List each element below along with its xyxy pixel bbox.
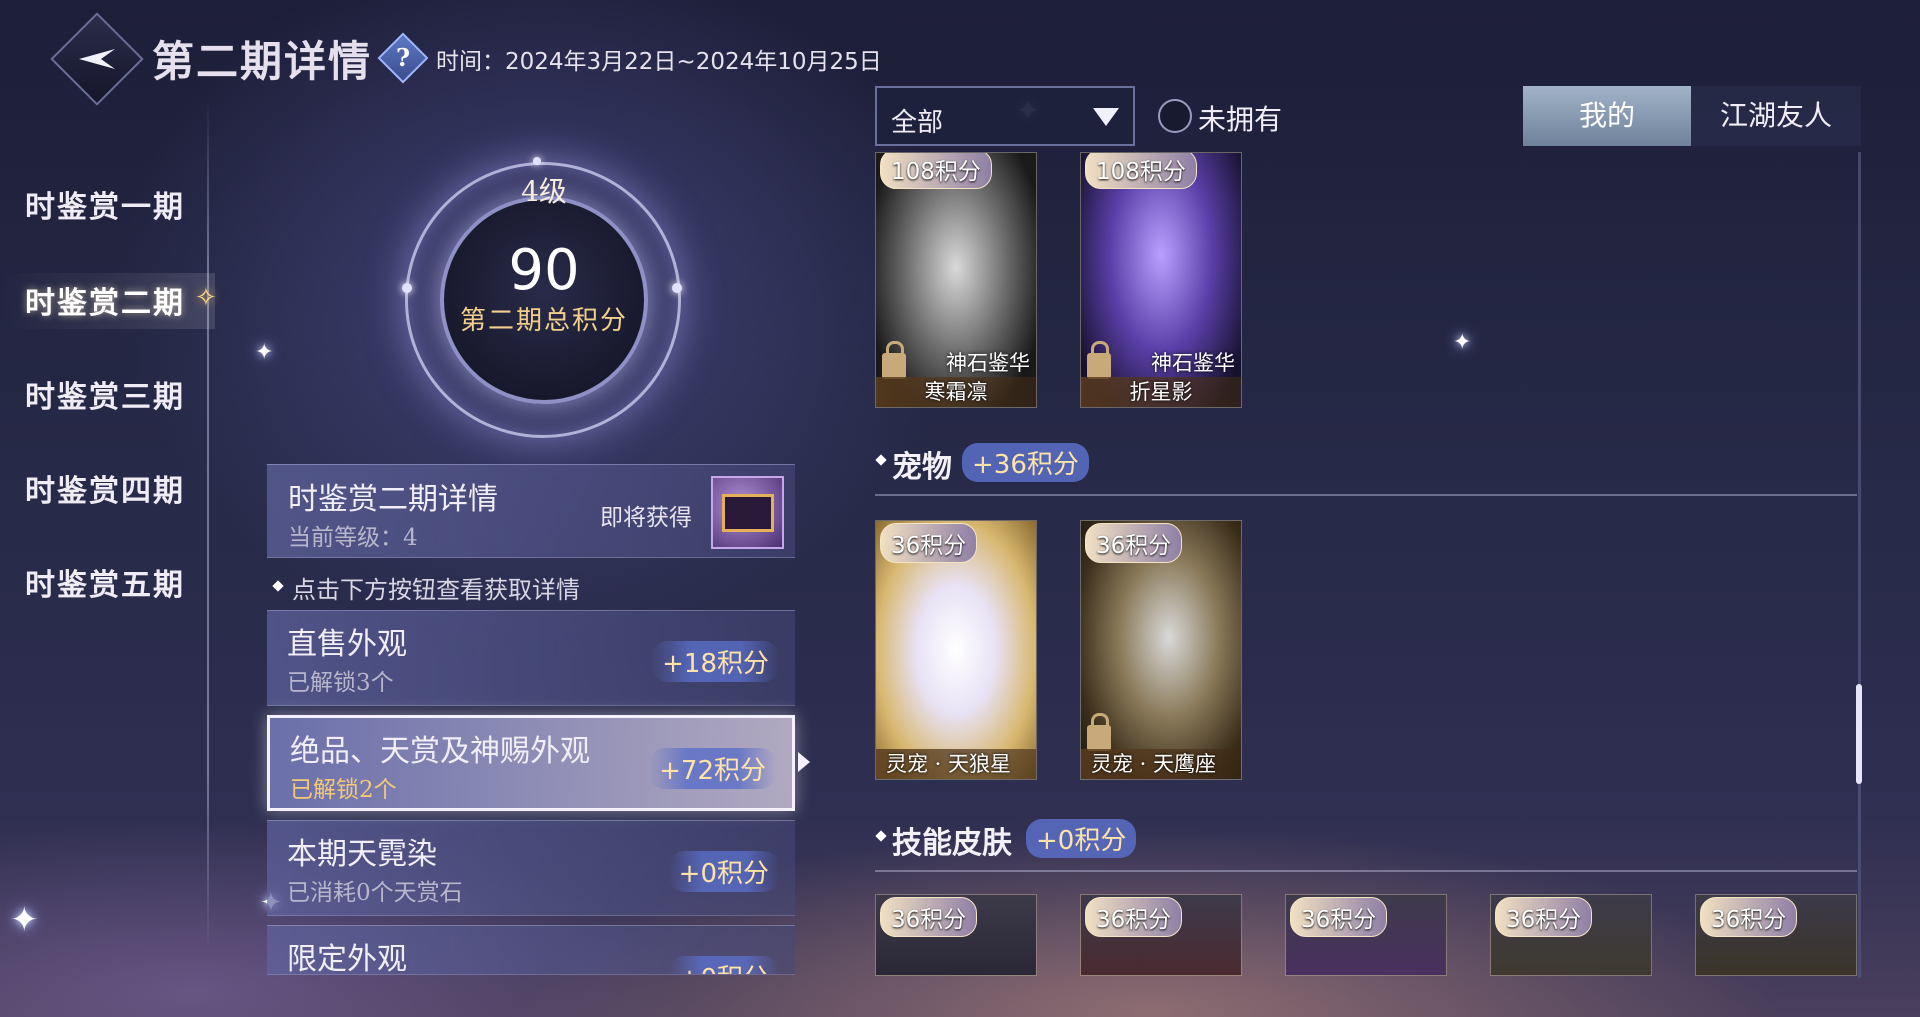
ring-dot (402, 283, 412, 293)
upcoming-reward-icon[interactable] (711, 476, 784, 549)
outfit-name: 折星影 (1081, 377, 1241, 407)
category-limited[interactable]: 限定外观 +0积分 (267, 925, 795, 975)
category-points: +0积分 (668, 956, 779, 974)
category-points: +18积分 (652, 641, 779, 682)
category-sub: 已解锁3个 (287, 670, 394, 696)
pet-card[interactable]: 36积分 灵宠 · 天鹰座 (1080, 520, 1242, 780)
points-badge: 36积分 (1085, 523, 1183, 563)
lock-icon (1087, 341, 1111, 379)
unowned-radio[interactable] (1158, 99, 1192, 133)
outfit-card[interactable]: 108积分 神石鉴华 折星影 (1080, 152, 1242, 408)
category-title: 本期天霓染 (287, 837, 437, 872)
star-decoration: ✦ (10, 900, 39, 940)
category-dye[interactable]: 本期天霓染 已消耗0个天赏石 +0积分 (267, 820, 795, 916)
skill-card[interactable]: 36积分 (1285, 894, 1447, 976)
upcoming-reward-label: 即将获得 (600, 505, 692, 531)
selected-arrow-icon (798, 752, 810, 772)
bullet-icon (875, 454, 887, 466)
bullet-icon (875, 830, 887, 842)
event-time: 时间：2024年3月22日~2024年10月25日 (436, 49, 882, 75)
section-points-skill: +0积分 (1026, 819, 1137, 858)
star-decoration: ✦ (255, 340, 274, 365)
lock-icon (882, 341, 906, 379)
category-title: 直售外观 (287, 627, 407, 662)
pet-card[interactable]: 36积分 灵宠 · 天狼星 (875, 520, 1037, 780)
nav-item-period-5[interactable]: 时鉴赏五期 (25, 560, 185, 604)
dropdown-value: 全部 (891, 108, 944, 138)
points-badge: 108积分 (880, 153, 992, 189)
nav-item-period-1[interactable]: 时鉴赏一期 (25, 182, 185, 226)
tab-mine[interactable]: 我的 (1523, 86, 1691, 146)
nav-item-period-3[interactable]: 时鉴赏三期 (25, 372, 185, 416)
unowned-label[interactable]: 未拥有 (1198, 98, 1282, 138)
points-badge: 36积分 (1495, 897, 1593, 937)
total-score-label: 第二期总积分 (459, 306, 628, 336)
help-button[interactable]: ? (377, 32, 429, 84)
skill-card[interactable]: 36积分 (1490, 894, 1652, 976)
section-title-pet: 宠物 (892, 450, 952, 485)
ring-dot (672, 283, 682, 293)
scrollbar-thumb[interactable] (1856, 684, 1862, 784)
category-sub: 已解锁2个 (290, 777, 397, 803)
chevron-down-icon (1093, 108, 1119, 126)
scrollbar-track[interactable] (1858, 152, 1861, 978)
reward-frame-icon (721, 493, 774, 532)
ring-dot (533, 157, 541, 165)
category-title: 限定外观 (287, 942, 407, 975)
pet-name: 灵宠 · 天狼星 (876, 749, 1036, 779)
points-badge: 36积分 (1700, 897, 1798, 937)
category-points: +72积分 (649, 748, 776, 789)
back-arrow-icon (79, 49, 115, 69)
outfit-name: 寒霜凛 (876, 377, 1036, 407)
page-title: 第二期详情 (152, 37, 373, 86)
points-badge: 36积分 (1085, 897, 1183, 937)
outfit-card[interactable]: 108积分 神石鉴华 寒霜凛 (875, 152, 1037, 408)
category-direct-sale[interactable]: 直售外观 已解锁3个 +18积分 (267, 610, 795, 706)
active-marker-icon: ✧ (195, 283, 217, 313)
outfit-series: 神石鉴华 (1151, 351, 1235, 375)
bullet-icon (272, 580, 284, 592)
points-badge: 36积分 (880, 897, 978, 937)
period-detail-title: 时鉴赏二期详情 (288, 482, 498, 517)
category-points: +0积分 (668, 851, 779, 892)
nav-divider (207, 100, 209, 950)
back-button[interactable] (50, 12, 144, 106)
outfit-series: 神石鉴华 (946, 351, 1030, 375)
tab-friends[interactable]: 江湖友人 (1691, 86, 1861, 146)
section-points-pet: +36积分 (962, 443, 1089, 482)
category-title: 绝品、天赏及神赐外观 (290, 734, 590, 769)
nav-item-period-4[interactable]: 时鉴赏四期 (25, 466, 185, 510)
section-title-skill: 技能皮肤 (892, 826, 1012, 861)
points-badge: 36积分 (1290, 897, 1388, 937)
points-badge: 36积分 (880, 523, 978, 563)
skill-card[interactable]: 36积分 (1695, 894, 1857, 976)
help-icon: ? (395, 43, 411, 72)
section-divider (875, 870, 1857, 872)
level-label: 4级 (521, 175, 567, 208)
current-level: 当前等级：4 (288, 525, 418, 551)
category-premium[interactable]: 绝品、天赏及神赐外观 已解锁2个 +72积分 (267, 715, 795, 811)
nav-item-period-2[interactable]: 时鉴赏二期 (25, 278, 185, 322)
lock-icon (1087, 713, 1111, 751)
star-decoration: ✦ (1453, 330, 1472, 355)
category-dropdown[interactable]: 全部 (875, 86, 1135, 146)
hint-text: 点击下方按钮查看获取详情 (292, 576, 580, 604)
category-sub: 已消耗0个天赏石 (287, 880, 463, 906)
skill-card[interactable]: 36积分 (1080, 894, 1242, 976)
skill-card[interactable]: 36积分 (875, 894, 1037, 976)
points-badge: 108积分 (1085, 153, 1197, 189)
pet-name: 灵宠 · 天鹰座 (1081, 749, 1241, 779)
section-divider (875, 494, 1857, 496)
total-score: 90 (508, 238, 580, 303)
